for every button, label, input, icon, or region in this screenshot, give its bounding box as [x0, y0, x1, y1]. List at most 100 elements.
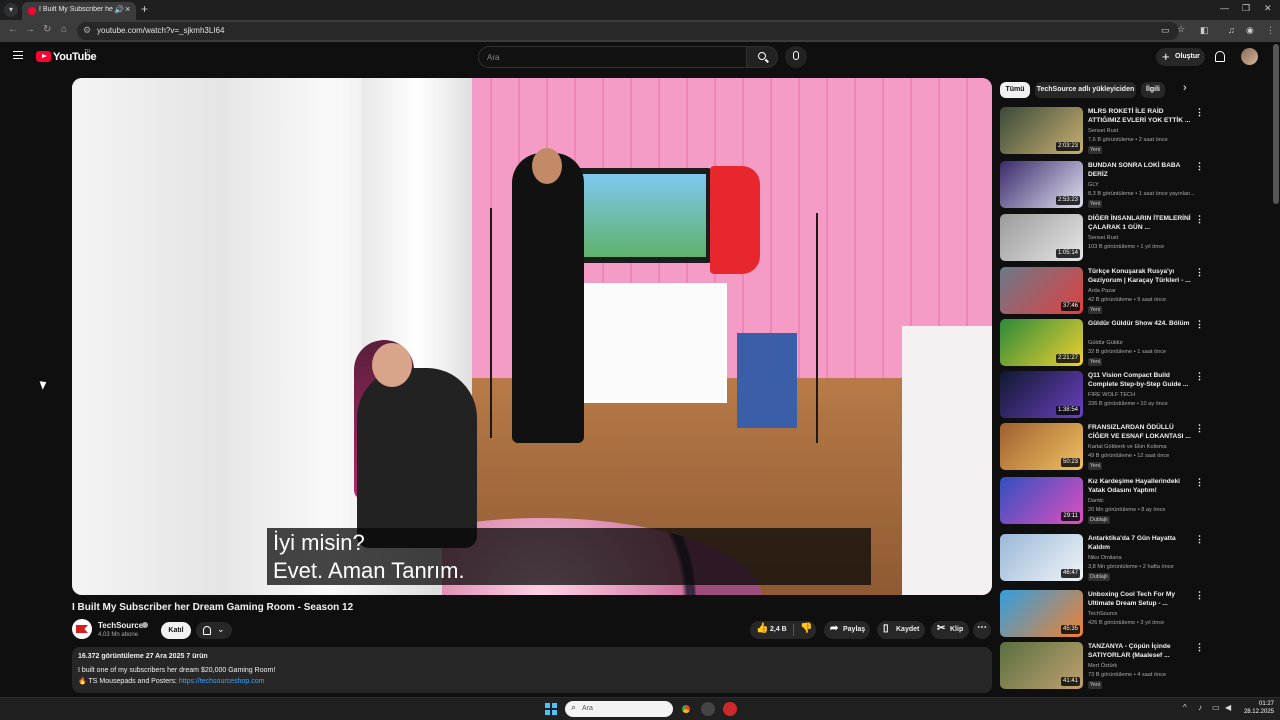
recommendation-title[interactable]: MLRS ROKETİ İLE RAİD ATTIĞIMIZ EVLERİ YO… — [1088, 107, 1192, 125]
recommendation-thumbnail[interactable]: 41:41 — [1000, 642, 1083, 689]
windows-start-icon[interactable] — [545, 703, 557, 715]
clip-button[interactable]: ✂ Klip — [931, 621, 969, 639]
recommendation-item[interactable]: 45:35 Unboxing Cool Tech For My Ultimate … — [1000, 590, 1204, 640]
recommendation-channel[interactable]: Sensei Rust — [1088, 128, 1118, 134]
more-vertical-icon[interactable]: ⋮ — [1195, 590, 1204, 601]
description-box[interactable]: 16.372 görüntüleme 27 Ara 2025 7 ürün I … — [72, 647, 992, 693]
recommendation-item[interactable]: 2:53:23 BUNDAN SONRA LOKİ BABA DERİZ GLY 8,… — [1000, 161, 1204, 211]
cast-icon[interactable]: ▭ — [1161, 25, 1170, 36]
reload-icon[interactable]: ↻ — [43, 24, 51, 35]
recommendation-title[interactable]: Unboxing Cool Tech For My Ultimate Dream… — [1088, 590, 1192, 608]
guide-menu-icon[interactable] — [13, 51, 23, 59]
account-avatar[interactable] — [1241, 48, 1258, 65]
like-count[interactable]: 2,4 B — [770, 626, 787, 633]
page-scrollbar[interactable] — [1273, 44, 1279, 204]
recommendation-thumbnail[interactable]: 29:11 — [1000, 477, 1083, 524]
recommendation-thumbnail[interactable]: 1:38:54 — [1000, 371, 1083, 418]
more-vertical-icon[interactable]: ⋮ — [1195, 423, 1204, 434]
recommendation-thumbnail[interactable]: 37:46 — [1000, 267, 1083, 314]
voice-search-button[interactable] — [785, 46, 807, 68]
recommendation-item[interactable]: 2:21:27 Güldür Güldür Show 424. Bölüm Güld… — [1000, 319, 1204, 369]
tray-volume-icon[interactable]: ◀ — [1225, 703, 1231, 712]
recommendation-item[interactable]: 41:41 TANZANYA - Çöpün İçinde SATIYORLAR … — [1000, 642, 1204, 692]
more-vertical-icon[interactable]: ⋮ — [1195, 107, 1204, 118]
search-button[interactable] — [746, 46, 778, 68]
recommendation-thumbnail[interactable]: 2:53:23 — [1000, 161, 1083, 208]
app-icon-steam[interactable] — [701, 702, 715, 716]
more-vertical-icon[interactable]: ⋮ — [1195, 534, 1204, 545]
maximize-icon[interactable]: ❐ — [1242, 3, 1250, 14]
recommendation-item[interactable]: 29:11 Kız Kardeşime Hayallerindeki Yatak … — [1000, 477, 1204, 527]
address-bar[interactable]: ⚙ youtube.com/watch?v=_sjkmh3LI64 ▭ ☆ — [77, 22, 1185, 40]
save-button[interactable]: ▯ Kaydet — [877, 621, 925, 639]
more-vertical-icon[interactable]: ⋮ — [1195, 371, 1204, 382]
recommendation-channel[interactable]: Sensei Rust — [1088, 235, 1118, 241]
taskbar-time[interactable]: 01:27 — [1240, 701, 1274, 707]
more-vertical-icon[interactable]: ⋮ — [1195, 642, 1204, 653]
recommendation-item[interactable]: 2:03:23 MLRS ROKETİ İLE RAİD ATTIĞIMIZ EV… — [1000, 107, 1204, 157]
recommendation-title[interactable]: DİĞER İNSANLARIN İTEMLERİNİ ÇALARAK 1 GÜ… — [1088, 214, 1192, 232]
recommendation-item[interactable]: 46:47 Antarktika'da 7 Gün Hayatta Kaldım N… — [1000, 534, 1204, 584]
recommendation-channel[interactable]: Kartal Gökberk ve Ekin Kolisma — [1088, 444, 1167, 450]
taskbar-search-input[interactable]: ⌕ Ara — [565, 701, 673, 717]
recommendation-thumbnail[interactable]: 45:35 — [1000, 590, 1083, 637]
minimize-icon[interactable]: — — [1220, 3, 1229, 13]
chrome-icon[interactable] — [679, 702, 693, 716]
recommendation-thumbnail[interactable]: 2:03:23 — [1000, 107, 1083, 154]
chip-from-uploader[interactable]: TechSource adlı yükleyiciden — [1035, 82, 1136, 98]
recommendation-channel[interactable]: FIRE WOLF TECH — [1088, 392, 1135, 398]
share-button[interactable]: ➦ Paylaş — [824, 621, 870, 639]
recommendation-title[interactable]: Q11 Vision Compact Build Complete Step-b… — [1088, 371, 1192, 389]
tab-audio-icon[interactable]: 🔊 — [114, 5, 124, 14]
recommendation-item[interactable]: 50:23 FRANSIZLARDAN ÖDÜLLÜ CİĞER VE ESNAF… — [1000, 423, 1204, 473]
app-icon-red[interactable] — [723, 702, 737, 716]
recommendation-channel[interactable]: Mert Öztürk — [1088, 663, 1117, 669]
recommendation-item[interactable]: 37:46 Türkçe Konuşarak Rusya'yı Geziyorum… — [1000, 267, 1204, 317]
recommendation-channel[interactable]: Dantic — [1088, 498, 1104, 504]
recommendation-item[interactable]: 1:05:14 DİĞER İNSANLARIN İTEMLERİNİ ÇALAR… — [1000, 214, 1204, 264]
browser-tab[interactable]: I Built My Subscriber her Dr 🔊 × — [22, 2, 136, 20]
recommendation-item[interactable]: 1:38:54 Q11 Vision Compact Build Complete… — [1000, 371, 1204, 421]
recommendation-title[interactable]: TANZANYA - Çöpün İçinde SATIYORLAR (Maal… — [1088, 642, 1192, 660]
video-player[interactable]: İyi misin? Evet. Aman Tanrım. — [72, 78, 992, 595]
more-vertical-icon[interactable]: ⋮ — [1195, 477, 1204, 488]
recommendation-channel[interactable]: GLY — [1088, 182, 1099, 188]
recommendation-title[interactable]: Kız Kardeşime Hayallerindeki Yatak Odası… — [1088, 477, 1192, 495]
recommendation-title[interactable]: FRANSIZLARDAN ÖDÜLLÜ CİĞER VE ESNAF LOKA… — [1088, 423, 1192, 441]
recommendation-channel[interactable]: Arda Pazar — [1088, 288, 1116, 294]
more-vertical-icon[interactable]: ⋮ — [1195, 161, 1204, 172]
new-tab-icon[interactable]: + — [141, 2, 148, 16]
youtube-logo-icon[interactable] — [36, 51, 51, 62]
media-icon[interactable]: ♫ — [1228, 25, 1235, 35]
channel-name[interactable]: TechSource — [98, 621, 143, 630]
chevron-right-icon[interactable]: › — [1183, 82, 1187, 94]
like-icon[interactable]: 👍 — [756, 624, 768, 634]
chip-related[interactable]: İlgili — [1141, 82, 1165, 98]
extensions-icon[interactable]: ◧ — [1200, 25, 1209, 36]
tab-search-icon[interactable]: ▾ — [4, 3, 18, 17]
taskbar-date[interactable]: 28.12.2025 — [1236, 709, 1274, 715]
window-close-icon[interactable]: ✕ — [1264, 3, 1272, 14]
recommendation-title[interactable]: Antarktika'da 7 Gün Hayatta Kaldım — [1088, 534, 1192, 552]
more-vertical-icon[interactable]: ⋮ — [1195, 267, 1204, 278]
tab-close-icon[interactable]: × — [125, 4, 130, 14]
recommendation-title[interactable]: Türkçe Konuşarak Rusya'yı Geziyorum | Ka… — [1088, 267, 1192, 285]
browser-menu-icon[interactable]: ⋮ — [1266, 25, 1275, 36]
home-icon[interactable]: ⌂ — [61, 24, 67, 35]
forward-icon[interactable]: → — [25, 24, 35, 35]
tray-display-icon[interactable]: ▭ — [1212, 703, 1220, 712]
shop-link[interactable]: https://techsourceshop.com — [179, 678, 265, 685]
tray-mic-icon[interactable]: ♪ — [1198, 703, 1202, 712]
recommendation-channel[interactable]: TechSource — [1088, 611, 1118, 617]
profile-icon[interactable]: ◉ — [1246, 25, 1254, 36]
search-input[interactable]: Ara — [478, 46, 746, 68]
recommendation-thumbnail[interactable]: 2:21:27 — [1000, 319, 1083, 366]
more-actions-button[interactable]: ⋯ — [973, 621, 991, 639]
recommendation-thumbnail[interactable]: 1:05:14 — [1000, 214, 1083, 261]
recommendation-title[interactable]: Güldür Güldür Show 424. Bölüm — [1088, 319, 1192, 328]
tray-chevron-up-icon[interactable]: ^ — [1183, 703, 1187, 712]
more-vertical-icon[interactable]: ⋮ — [1195, 214, 1204, 225]
chip-all[interactable]: Tümü — [1000, 82, 1030, 98]
recommendation-thumbnail[interactable]: 46:47 — [1000, 534, 1083, 581]
join-button[interactable]: Katıl — [161, 622, 191, 639]
